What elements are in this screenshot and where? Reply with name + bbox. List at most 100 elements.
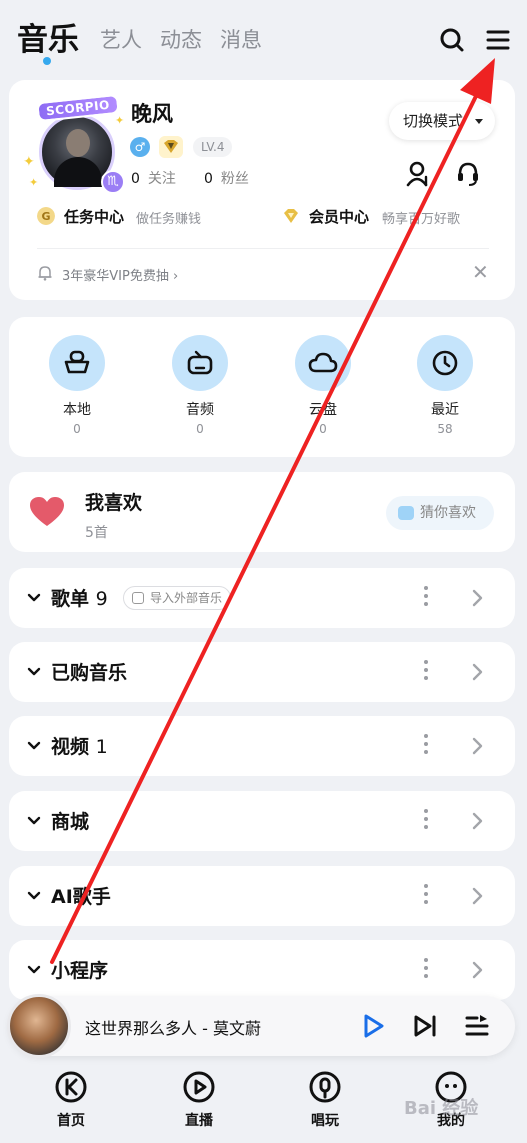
more-icon[interactable] [422, 884, 430, 908]
mini-player[interactable]: 这世界那么多人 - 莫文蔚 [7, 994, 515, 1058]
followers-count: 0 [204, 171, 213, 187]
playlist-icon[interactable] [463, 1012, 491, 1040]
album-cover[interactable] [7, 994, 71, 1058]
chevron-right-icon[interactable] [471, 662, 483, 682]
close-icon[interactable]: ✕ [472, 260, 489, 284]
nav-live[interactable]: 直播 [169, 1070, 229, 1130]
service-row: G 任务中心 做任务赚钱 会员中心 畅享百万好歌 [9, 196, 515, 234]
chevron-right-icon[interactable] [471, 588, 483, 608]
tab-messages[interactable]: 消息 [220, 24, 262, 54]
zodiac-frame-badge: SCORPIO [36, 93, 120, 123]
section-title: AI歌手 [51, 886, 111, 908]
scorpio-icon: ♏ [101, 170, 125, 194]
live-icon [183, 1071, 215, 1103]
section-title: 商城 [51, 811, 90, 833]
diamond-icon [284, 209, 298, 223]
import-external-music-button[interactable]: 导入外部音乐 [123, 586, 232, 610]
vip-diamond-icon[interactable] [159, 136, 183, 158]
quick-access-local[interactable]: 本地 0 [32, 335, 122, 436]
box-icon [64, 350, 90, 374]
profile-card: SCORPIO ♏ ✦ ✦ ✦ 晚风 ♂ LV.4 0 关注 0 粉丝 切换模式 [9, 80, 515, 300]
chevron-right-icon[interactable] [471, 811, 483, 831]
chevron-down-icon[interactable] [27, 965, 41, 975]
section-ai-singer[interactable]: AI歌手 [9, 866, 515, 926]
section-title: 已购音乐 [51, 662, 128, 684]
quick-access-count: 0 [196, 422, 204, 436]
tab-feed[interactable]: 动态 [160, 24, 202, 54]
caret-down-icon [475, 119, 483, 124]
more-icon[interactable] [422, 958, 430, 982]
nav-label: 唱玩 [311, 1113, 339, 1129]
tab-artists[interactable]: 艺人 [100, 24, 142, 54]
chevron-down-icon[interactable] [27, 891, 41, 901]
following-label: 关注 [147, 171, 176, 187]
liked-songs-card[interactable]: 我喜欢 5首 猜你喜欢 [9, 472, 515, 552]
chevron-down-icon[interactable] [27, 667, 41, 677]
play-icon[interactable] [359, 1012, 387, 1040]
cloud-icon [308, 352, 338, 373]
top-tab-bar: 音乐 艺人 动态 消息 [0, 0, 527, 72]
chevron-down-icon[interactable] [27, 593, 41, 603]
chevron-down-icon[interactable] [27, 816, 41, 826]
male-icon: ♂ [130, 137, 150, 157]
quick-access-label: 云盘 [309, 402, 337, 418]
chevron-right-icon[interactable] [471, 960, 483, 980]
followers-stat[interactable]: 0 粉丝 [204, 168, 249, 188]
import-label: 导入外部音乐 [150, 591, 223, 605]
guess-you-like-button[interactable]: 猜你喜欢 [386, 496, 494, 530]
chevron-down-icon[interactable] [27, 741, 41, 751]
more-icon[interactable] [422, 809, 430, 833]
radio-icon [187, 350, 213, 375]
tab-music[interactable]: 音乐 [17, 14, 79, 59]
menu-icon[interactable] [484, 26, 512, 54]
chevron-right-icon[interactable] [471, 886, 483, 906]
star-icon: ✦ [115, 114, 125, 127]
import-icon [132, 592, 144, 604]
music-box-icon [398, 506, 414, 520]
vip-center-sub: 畅享百万好歌 [382, 212, 461, 227]
nav-sing[interactable]: 唱玩 [295, 1070, 355, 1130]
section-videos[interactable]: 视频 1 [9, 716, 515, 776]
section-purchased-music[interactable]: 已购音乐 [9, 642, 515, 702]
quick-access-count: 0 [73, 422, 81, 436]
quick-access-label: 最近 [431, 402, 459, 418]
next-track-icon[interactable] [411, 1012, 439, 1040]
quick-access-card: 本地 0 音频 0 云盘 0 最近 58 [9, 317, 515, 457]
switch-mode-button[interactable]: 切换模式 [389, 102, 495, 140]
nav-home[interactable]: 首页 [41, 1070, 101, 1130]
quick-access-recent[interactable]: 最近 58 [400, 335, 490, 436]
clock-icon [432, 350, 458, 376]
more-icon[interactable] [422, 734, 430, 758]
guess-you-like-label: 猜你喜欢 [420, 505, 476, 521]
headset-icon[interactable] [455, 160, 481, 188]
bell-icon [38, 266, 52, 281]
section-store[interactable]: 商城 [9, 791, 515, 851]
search-icon[interactable] [438, 26, 466, 54]
more-icon[interactable] [422, 586, 430, 610]
username[interactable]: 晚风 [131, 98, 173, 128]
nav-label: 直播 [185, 1113, 213, 1129]
section-title: 视频 1 [51, 736, 108, 758]
quick-access-label: 音频 [186, 402, 214, 418]
quick-access-audio[interactable]: 音频 0 [155, 335, 245, 436]
avatar[interactable]: SCORPIO ♏ ✦ ✦ ✦ [23, 92, 135, 194]
section-title: 歌单 9 [51, 588, 108, 610]
coin-icon: G [37, 207, 55, 225]
level-badge[interactable]: LV.4 [193, 137, 233, 157]
task-center-sub: 做任务赚钱 [136, 212, 202, 227]
svg-text:G: G [41, 210, 50, 223]
section-mini-programs[interactable]: 小程序 [9, 940, 515, 1000]
section-playlists[interactable]: 歌单 9 导入外部音乐 [9, 568, 515, 628]
quick-access-cloud[interactable]: 云盘 0 [278, 335, 368, 436]
vip-center-label: 会员中心 [309, 208, 370, 226]
more-icon[interactable] [422, 660, 430, 684]
sing-icon [309, 1071, 341, 1103]
following-stat[interactable]: 0 关注 [131, 168, 176, 188]
add-friend-icon[interactable] [406, 160, 432, 188]
quick-access-label: 本地 [63, 402, 91, 418]
divider [37, 248, 489, 249]
star-icon: ✦ [29, 176, 39, 189]
star-icon: ✦ [23, 154, 35, 170]
chevron-right-icon[interactable] [471, 736, 483, 756]
active-tab-indicator [43, 57, 51, 65]
